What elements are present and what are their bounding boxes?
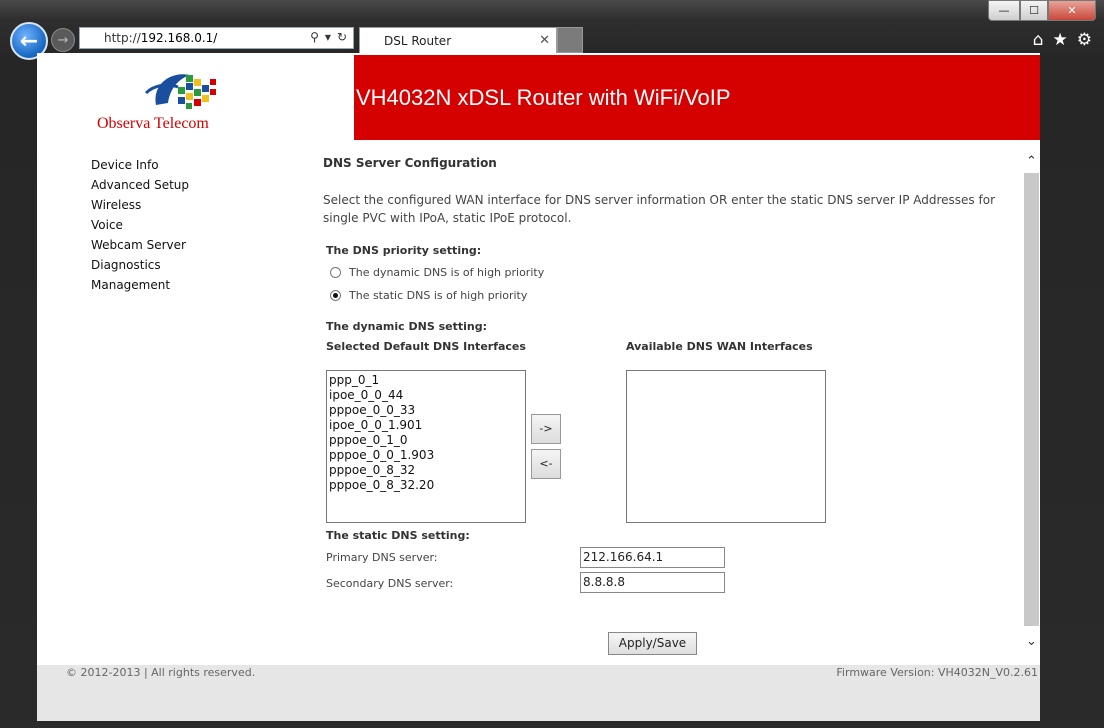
available-interfaces-listbox[interactable] [626,370,826,523]
scrollbar-thumb[interactable] [1024,173,1039,626]
nav-item-device-info[interactable]: Device Info [91,157,189,177]
section-description: Select the configured WAN interface for … [323,193,995,225]
nav-item-management[interactable]: Management [91,277,189,297]
forward-button[interactable]: → [51,28,75,52]
favorites-star-icon[interactable]: ★ [1053,30,1068,50]
radio-button[interactable] [330,267,341,278]
scroll-up-icon[interactable]: ⌃ [1024,154,1039,170]
settings-gear-icon[interactable]: ⚙ [1077,30,1092,50]
arrow-right-icon: → [57,32,69,48]
nav-item-advanced-setup[interactable]: Advanced Setup [91,177,189,197]
refresh-icon[interactable]: ↻ [337,30,347,44]
scroll-down-icon[interactable]: ⌄ [1024,634,1039,650]
selected-interfaces-listbox[interactable]: ppp_0_1 ipoe_0_0_44 pppoe_0_0_33 ipoe_0_0_1… [326,370,526,523]
interface-option[interactable]: ipoe_0_0_44 [329,388,523,403]
interface-option[interactable]: pppoe_0_1_0 [329,433,523,448]
minimize-button[interactable]: — [988,0,1020,21]
maximize-button[interactable]: ☐ [1020,0,1048,21]
logo-text: Observa Telecom [97,115,209,132]
search-icon[interactable]: ⚲ [310,30,319,44]
selected-interfaces-label: Selected Default DNS Interfaces [326,340,526,353]
primary-dns-input[interactable]: 212.166.64.1 [580,547,725,568]
priority-label: The DNS priority setting: [326,244,482,257]
static-dns-label: The static DNS setting: [326,529,470,542]
interface-option[interactable]: pppoe_0_8_32 [329,463,523,478]
arrow-left-icon: ← [19,28,39,54]
dropdown-icon[interactable]: ▾ [325,30,331,44]
radio-label: The dynamic DNS is of high priority [349,266,545,279]
page-header-title: VH4032N xDSL Router with WiFi/VoIP [356,85,731,110]
primary-dns-label: Primary DNS server: [326,551,438,564]
home-icon[interactable]: ⌂ [1033,30,1044,50]
nav-item-diagnostics[interactable]: Diagnostics [91,257,189,277]
interface-option[interactable]: ipoe_0_0_1.901 [329,418,523,433]
interface-option[interactable]: pppoe_0_0_33 [329,403,523,418]
apply-save-button[interactable]: Apply/Save [608,632,697,655]
url-prefix: http:// [104,31,141,45]
secondary-dns-label: Secondary DNS server: [326,577,454,590]
tab-dsl-router[interactable]: DSL Router ✕ [359,27,557,53]
interface-option[interactable]: pppoe_0_8_32.20 [329,478,523,493]
router-header: Observa Telecom VH4032N xDSL Router with… [64,55,1040,140]
section-title: DNS Server Configuration [323,156,497,170]
interface-option[interactable]: ppp_0_1 [329,373,523,388]
nav-item-wireless[interactable]: Wireless [91,197,189,217]
dynamic-dns-label: The dynamic DNS setting: [326,320,487,333]
nav-item-webcam-server[interactable]: Webcam Server [91,237,189,257]
copyright-text: © 2012-2013 | All rights reserved. [66,666,256,679]
secondary-dns-input[interactable]: 8.8.8.8 [580,572,725,593]
radio-button-checked[interactable] [330,290,341,301]
logo: Observa Telecom [64,55,354,140]
radio-static-priority[interactable]: The static DNS is of high priority [330,289,527,302]
radio-label: The static DNS is of high priority [349,289,528,302]
nav-item-voice[interactable]: Voice [91,217,189,237]
window-controls: — ☐ ✕ [988,0,1096,21]
move-right-button[interactable]: -> [531,414,561,444]
address-bar[interactable]: http://192.168.0.1/ ⚲ ▾ ↻ [79,27,354,49]
url-host: 192.168.0.1/ [140,31,218,45]
sidebar-nav: Device Info Advanced Setup Wireless Voic… [91,157,189,297]
move-left-button[interactable]: <- [531,449,561,479]
radio-dynamic-priority[interactable]: The dynamic DNS is of high priority [330,266,544,279]
close-window-button[interactable]: ✕ [1048,0,1096,21]
firmware-version: Firmware Version: VH4032N_V0.2.61 [836,666,1038,679]
tab-title: DSL Router [384,33,452,48]
available-interfaces-label: Available DNS WAN Interfaces [626,340,813,353]
new-tab-button[interactable] [557,27,583,53]
interface-option[interactable]: pppoe_0_0_1.903 [329,448,523,463]
tab-close-icon[interactable]: ✕ [539,33,550,48]
